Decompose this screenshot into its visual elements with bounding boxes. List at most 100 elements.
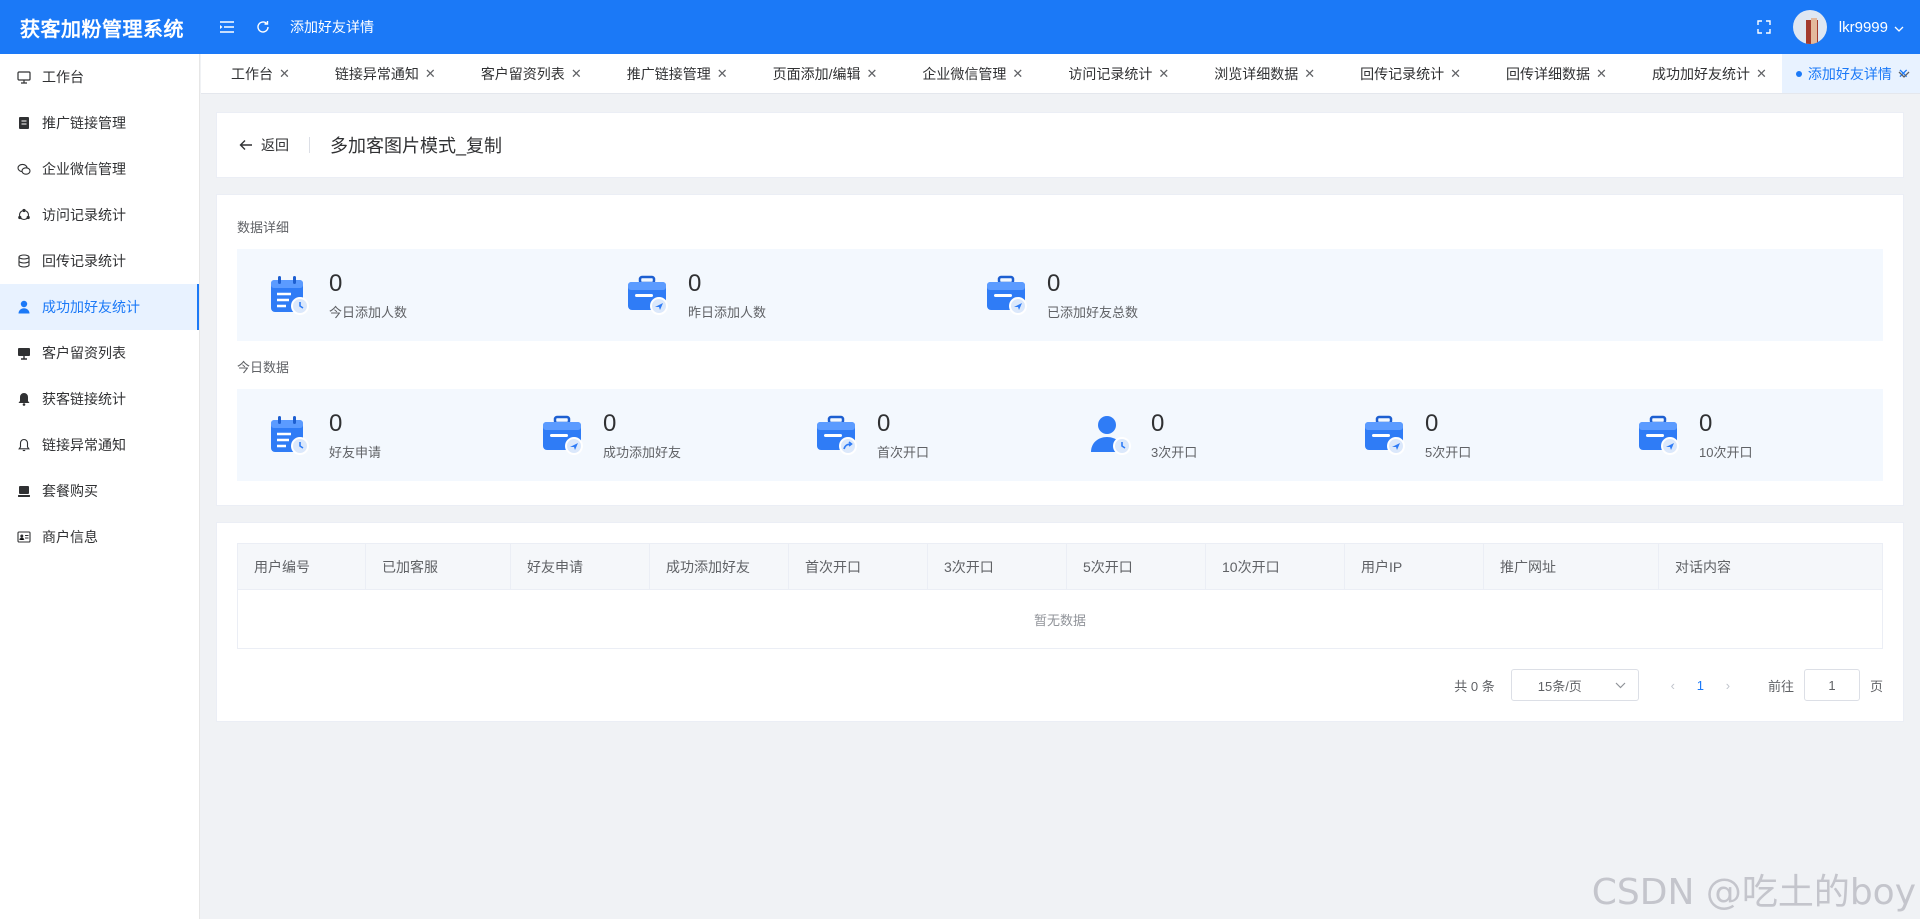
- briefcase-plane-icon: [626, 272, 672, 318]
- back-button[interactable]: 返回: [239, 135, 289, 155]
- stat-label: 成功添加好友: [603, 444, 682, 460]
- tab-workbench[interactable]: 工作台 ✕: [201, 54, 305, 93]
- tab-promo-links[interactable]: 推广链接管理 ✕: [597, 54, 743, 93]
- goto-page-input[interactable]: [1803, 669, 1860, 701]
- tab-browse-details[interactable]: 浏览详细数据 ✕: [1184, 54, 1330, 93]
- menu-toggle-icon[interactable]: [218, 18, 236, 36]
- stat-value: 0: [603, 409, 617, 437]
- bell-outline-icon: [16, 437, 32, 453]
- database-icon: [16, 253, 32, 269]
- briefcase-plane-icon: [541, 412, 587, 458]
- sidebar-item-postback-stats[interactable]: 回传记录统计: [0, 238, 199, 284]
- page-size-value: 15条/页: [1537, 678, 1582, 694]
- stat-label: 今日添加人数: [329, 304, 408, 320]
- chevron-down-icon[interactable]: [1894, 20, 1904, 35]
- stat-total-added: 0 已添加好友总数: [985, 249, 1138, 341]
- fullscreen-icon[interactable]: [1755, 18, 1773, 36]
- data-table: 用户编号 已加客服 好友申请 成功添加好友 首次开口 3次开口 5次开口 10次…: [237, 543, 1883, 649]
- sidebar-item-friend-stats[interactable]: 成功加好友统计: [0, 284, 199, 330]
- data-detail-label: 数据详细: [237, 220, 290, 235]
- close-icon[interactable]: ✕: [717, 66, 728, 82]
- tab-label: 工作台: [231, 65, 273, 82]
- page-title: 多加客图片模式_复制: [330, 136, 503, 156]
- column-header: 成功添加好友: [650, 544, 789, 589]
- sidebar-item-acq-link-stats[interactable]: 获客链接统计: [0, 376, 199, 422]
- stat-three-replies: 0 3次开口: [1089, 389, 1197, 481]
- sidebar-item-visit-stats[interactable]: 访问记录统计: [0, 192, 199, 238]
- stat-ten-replies: 0 10次开口: [1637, 389, 1752, 481]
- tab-visit-stats[interactable]: 访问记录统计 ✕: [1038, 54, 1184, 93]
- tab-page-edit[interactable]: 页面添加/编辑 ✕: [743, 54, 893, 93]
- stat-label: 3次开口: [1151, 444, 1198, 460]
- close-icon[interactable]: ✕: [1596, 66, 1607, 82]
- column-header: 对话内容: [1675, 558, 1731, 575]
- prev-page-icon[interactable]: ‹: [1663, 678, 1683, 693]
- stat-value: 0: [877, 409, 891, 437]
- close-icon[interactable]: ✕: [1012, 66, 1023, 82]
- column-header: 3次开口: [928, 544, 1067, 589]
- next-page-icon[interactable]: ›: [1718, 678, 1738, 693]
- tabs-dropdown-icon[interactable]: [1898, 54, 1910, 94]
- close-icon[interactable]: ✕: [571, 66, 582, 82]
- calendar-clock-icon: [267, 272, 313, 318]
- sidebar-item-packages[interactable]: 套餐购买: [0, 468, 199, 514]
- close-icon[interactable]: ✕: [425, 66, 436, 82]
- page-number[interactable]: 1: [1697, 678, 1704, 693]
- tabs-bar: 工作台 ✕ 链接异常通知 ✕ 客户留资列表 ✕ 推广链接管理 ✕ 页面添加/编辑 ✕ 企业…: [201, 54, 1920, 94]
- stat-success-added: 0 成功添加好友: [541, 389, 681, 481]
- briefcase-plane-icon: [985, 272, 1031, 318]
- username[interactable]: lkr9999: [1839, 19, 1888, 36]
- stat-label: 已添加好友总数: [1047, 304, 1139, 320]
- close-icon[interactable]: ✕: [1158, 66, 1169, 82]
- share-icon: [16, 207, 32, 223]
- sidebar-item-workbench[interactable]: 工作台: [0, 54, 199, 100]
- briefcase-plane-icon: [1637, 412, 1683, 458]
- column-header: 首次开口: [789, 544, 928, 589]
- sidebar: 工作台 推广链接管理 企业微信管理 访问记录统计 回传记录统计 成功加好友统计 …: [0, 54, 200, 919]
- tab-label: 企业微信管理: [922, 65, 1007, 82]
- user-icon: [16, 299, 32, 315]
- column-header: 好友申请: [511, 544, 650, 589]
- today-data-band: 0 好友申请 0 成功添加好友 0 首次开口 0 3次开口 0 5次开口 0 1…: [237, 389, 1883, 481]
- sidebar-item-merchant-info[interactable]: 商户信息: [0, 514, 199, 560]
- column-header: 用户IP: [1345, 544, 1484, 589]
- avatar[interactable]: [1792, 10, 1827, 44]
- close-icon[interactable]: ✕: [279, 66, 290, 82]
- tab-postback-details[interactable]: 回传详细数据 ✕: [1476, 54, 1622, 93]
- sidebar-item-label: 链接异常通知: [42, 437, 126, 453]
- sidebar-item-label: 客户留资列表: [42, 345, 126, 361]
- refresh-icon[interactable]: [254, 18, 272, 36]
- sidebar-item-label: 推广链接管理: [42, 115, 126, 131]
- tab-label: 页面添加/编辑: [772, 65, 861, 82]
- divider: [309, 137, 310, 153]
- tab-leads[interactable]: 客户留资列表 ✕: [451, 54, 597, 93]
- sidebar-item-link-alerts[interactable]: 链接异常通知: [0, 422, 199, 468]
- sidebar-item-wecom[interactable]: 企业微信管理: [0, 146, 199, 192]
- column-header: 用户编号: [238, 544, 366, 589]
- app-title: 获客加粉管理系统: [20, 18, 184, 41]
- sidebar-item-label: 成功加好友统计: [42, 299, 140, 315]
- close-icon[interactable]: ✕: [1756, 66, 1767, 82]
- tab-wecom[interactable]: 企业微信管理 ✕: [892, 54, 1038, 93]
- sidebar-item-promo-links[interactable]: 推广链接管理: [0, 100, 199, 146]
- tab-label: 回传记录统计: [1360, 65, 1445, 82]
- stat-value: 0: [329, 409, 343, 437]
- watermark: CSDN @吃土的boy: [1591, 872, 1916, 913]
- tab-label: 回传详细数据: [1506, 65, 1591, 82]
- close-icon[interactable]: ✕: [1304, 66, 1315, 82]
- close-icon[interactable]: ✕: [867, 66, 878, 82]
- close-icon[interactable]: ✕: [1450, 66, 1461, 82]
- stat-label: 10次开口: [1699, 444, 1753, 460]
- tab-postback-stats[interactable]: 回传记录统计 ✕: [1330, 54, 1476, 93]
- sidebar-item-label: 商户信息: [42, 529, 98, 545]
- tab-label: 链接异常通知: [334, 65, 419, 82]
- page-size-select[interactable]: 15条/页: [1510, 669, 1639, 701]
- tab-link-alerts[interactable]: 链接异常通知 ✕: [305, 54, 451, 93]
- stat-label: 好友申请: [329, 444, 382, 460]
- tab-friend-stats[interactable]: 成功加好友统计 ✕: [1622, 54, 1782, 93]
- tab-label: 添加好友详情: [1807, 65, 1892, 82]
- total-count: 共 0 条: [1454, 678, 1495, 694]
- sidebar-item-label: 套餐购买: [42, 483, 98, 499]
- top-header: 获客加粉管理系统 添加好友详情 lkr9999: [0, 0, 1920, 54]
- sidebar-item-leads[interactable]: 客户留资列表: [0, 330, 199, 376]
